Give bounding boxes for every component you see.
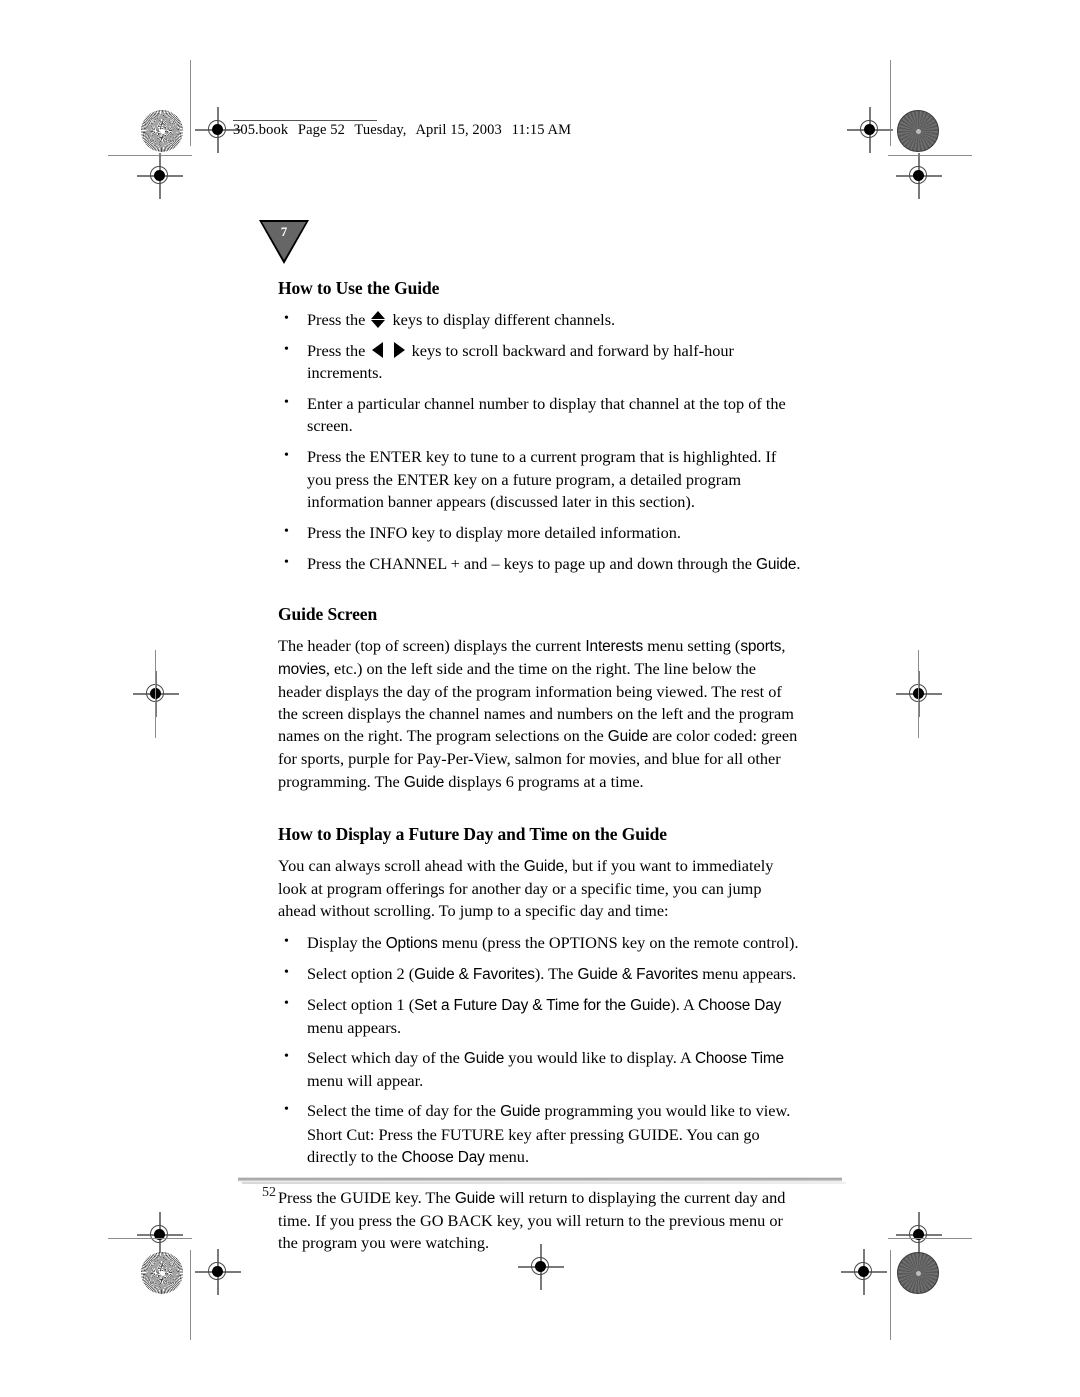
trim-line-top-right-vertical [890,60,892,146]
ui-term-options: Options [385,934,438,952]
text-segment: Display the [307,932,382,952]
trim-line-left-lower-horizontal [108,1238,192,1240]
list-item: Press the CHANNEL + and – keys to page u… [278,552,803,576]
ui-term-choose-day: Choose Day [698,997,782,1015]
slug-file: 305.book [233,122,289,138]
future-day-bullet-list: Display the Options menu (press the OPTI… [278,931,803,1169]
chapter-number: 7 [280,224,288,239]
text-segment: The header (top of screen) displays the … [278,635,582,655]
list-item: Select option 1 (Set a Future Day & Time… [278,993,803,1039]
rosette-mark-top-right [897,110,939,152]
text-segment: You can always scroll ahead with the [278,855,520,875]
registration-mark-bottom-left-inner [195,1249,241,1295]
text-segment: ). The [534,963,574,983]
text-segment: Select option 1 ( [307,995,415,1015]
slug-line: 305.book Page 52 Tuesday, April 15, 2003… [233,122,571,139]
list-item: Press the INFO key to display more detai… [278,521,803,544]
up-down-arrow-keys-icon [371,311,386,328]
ui-term-movies: movies [278,661,326,679]
paragraph-closing: Press the GUIDE key. The Guide will retu… [278,1187,803,1254]
footer-divider [238,1177,846,1184]
ui-term-choose-time: Choose Time [694,1050,784,1068]
list-item: Display the Options menu (press the OPTI… [278,931,803,955]
ui-term-guide: Guide [463,1050,505,1068]
registration-mark-left-upper [137,153,183,199]
trim-line-right-lower-horizontal [888,1238,972,1240]
list-item: Select which day of the Guide you would … [278,1046,803,1092]
list-item: Enter a particular channel number to dis… [278,392,803,437]
trim-line-right-middle-vertical [918,650,920,738]
text-segment: Press the GUIDE key. The [278,1187,451,1207]
text-segment: ). A [670,995,694,1015]
slug-weekday: Tuesday, [354,122,407,138]
slug-underline [233,120,377,122]
ui-term-guide-favorites: Guide & Favorites [577,965,699,983]
text-segment: menu will appear. [307,1071,424,1091]
ui-term-guide-favorites: Guide & Favorites [414,965,535,983]
slug-date: April 15, 2003 [415,122,502,138]
registration-mark-right-upper [896,153,942,199]
paragraph-guide-screen: The header (top of screen) displays the … [278,635,803,794]
ui-term-guide: Guide [756,555,797,573]
chapter-marker: 7 [259,220,309,264]
text-segment: displays 6 programs at a time. [448,771,644,791]
text-segment: Select option 2 ( [307,963,415,983]
text-segment: menu. [488,1146,530,1166]
text-segment: Select the time of day for the [307,1101,496,1121]
bullet-text-post: keys to display different channels. [392,310,616,329]
text-segment: menu appears. [307,1018,402,1038]
ui-term-sports: sports [740,637,782,655]
trim-line-left-middle-vertical [155,650,157,738]
trim-line-top-left-vertical [190,60,192,146]
list-item: Press the keys to scroll backward and fo… [278,339,803,384]
ui-term-interests: Interests [585,637,644,655]
slug-page-label: Page 52 [297,122,345,138]
ui-term-guide: Guide [607,728,649,746]
list-item: Select option 2 (Guide & Favorites). The… [278,962,803,986]
slug-time: 11:15 AM [511,122,572,138]
bullet-text-pre: Press the CHANNEL + and – keys to page u… [307,553,752,573]
rosette-mark-bottom-right [897,1252,939,1294]
bullet-text-pre: Press the [307,310,366,329]
ui-term-guide: Guide [523,857,565,875]
manual-page: 305.book Page 52 Tuesday, April 15, 2003… [0,0,1080,1397]
text-segment: Select which day of the [307,1048,460,1068]
text-segment: menu setting ( [647,635,741,655]
trim-line-bottom-right-vertical [890,1250,892,1340]
page-number: 52 [262,1185,276,1200]
ui-term-choose-day: Choose Day [401,1148,485,1166]
heading-future-day-and-time: How to Display a Future Day and Time on … [278,823,667,844]
rosette-mark-top-left [141,110,183,152]
heading-how-to-use-the-guide: How to Use the Guide [278,278,440,298]
ui-term-guide: Guide [403,773,445,791]
registration-mark-bottom-right-inner [841,1249,887,1295]
rosette-mark-bottom-left [141,1252,183,1294]
text-segment: , [781,635,786,655]
right-arrow-key-icon [393,342,405,359]
how-to-use-bullet-list: Press the keys to display different chan… [278,308,803,576]
list-item: Select the time of day for the Guide pro… [278,1099,803,1168]
list-item: Press the ENTER key to tune to a current… [278,445,803,512]
page-content: How to Use the Guide Press the keys to d… [278,278,803,1264]
trim-line-bottom-left-vertical [190,1250,192,1340]
ui-term-set-future-day: Set a Future Day & Time for the Guide [414,997,671,1015]
text-segment: menu appears. [702,963,797,983]
bullet-text-pre: Press the [307,341,366,361]
ui-term-guide: Guide [500,1103,541,1121]
heading-guide-screen: Guide Screen [278,603,378,624]
paragraph-future-day-intro: You can always scroll ahead with the Gui… [278,855,803,922]
text-segment: you would like to display. A [508,1048,691,1068]
left-arrow-key-icon [372,342,384,359]
list-item: Press the keys to display different chan… [278,308,803,331]
bullet-text-post: . [796,553,801,573]
ui-term-guide: Guide [454,1189,496,1207]
registration-mark-top-right-inner [847,107,893,153]
bullet-text-post: keys to scroll backward and forward by h… [307,341,734,383]
text-segment: menu (press the OPTIONS key on the remot… [441,932,799,952]
